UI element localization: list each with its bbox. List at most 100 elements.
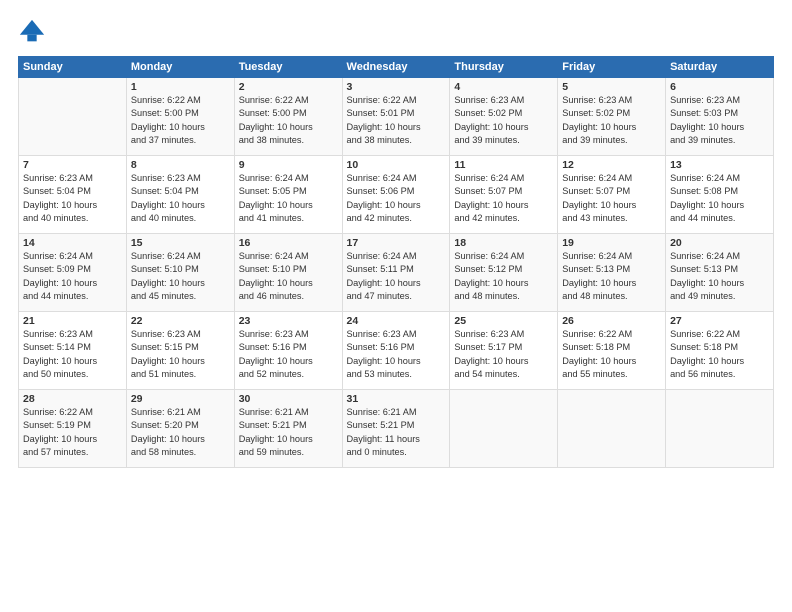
calendar-cell: 18Sunrise: 6:24 AM Sunset: 5:12 PM Dayli…	[450, 234, 558, 312]
day-number: 4	[454, 81, 553, 93]
calendar-cell: 15Sunrise: 6:24 AM Sunset: 5:10 PM Dayli…	[126, 234, 234, 312]
day-info: Sunrise: 6:24 AM Sunset: 5:07 PM Dayligh…	[562, 172, 661, 225]
day-info: Sunrise: 6:23 AM Sunset: 5:02 PM Dayligh…	[562, 94, 661, 147]
calendar-table: SundayMondayTuesdayWednesdayThursdayFrid…	[18, 56, 774, 468]
calendar-cell: 10Sunrise: 6:24 AM Sunset: 5:06 PM Dayli…	[342, 156, 450, 234]
day-number: 14	[23, 237, 122, 249]
calendar-cell	[19, 78, 127, 156]
day-info: Sunrise: 6:23 AM Sunset: 5:03 PM Dayligh…	[670, 94, 769, 147]
calendar-cell: 31Sunrise: 6:21 AM Sunset: 5:21 PM Dayli…	[342, 390, 450, 468]
day-info: Sunrise: 6:23 AM Sunset: 5:16 PM Dayligh…	[239, 328, 338, 381]
calendar-cell: 5Sunrise: 6:23 AM Sunset: 5:02 PM Daylig…	[558, 78, 666, 156]
calendar-cell: 30Sunrise: 6:21 AM Sunset: 5:21 PM Dayli…	[234, 390, 342, 468]
day-number: 11	[454, 159, 553, 171]
calendar-cell: 2Sunrise: 6:22 AM Sunset: 5:00 PM Daylig…	[234, 78, 342, 156]
day-number: 29	[131, 393, 230, 405]
calendar-cell: 16Sunrise: 6:24 AM Sunset: 5:10 PM Dayli…	[234, 234, 342, 312]
day-number: 19	[562, 237, 661, 249]
day-info: Sunrise: 6:24 AM Sunset: 5:07 PM Dayligh…	[454, 172, 553, 225]
header-day: Wednesday	[342, 57, 450, 78]
calendar-cell: 1Sunrise: 6:22 AM Sunset: 5:00 PM Daylig…	[126, 78, 234, 156]
calendar-cell: 9Sunrise: 6:24 AM Sunset: 5:05 PM Daylig…	[234, 156, 342, 234]
header-row: SundayMondayTuesdayWednesdayThursdayFrid…	[19, 57, 774, 78]
day-info: Sunrise: 6:24 AM Sunset: 5:13 PM Dayligh…	[670, 250, 769, 303]
day-number: 27	[670, 315, 769, 327]
day-number: 25	[454, 315, 553, 327]
day-info: Sunrise: 6:22 AM Sunset: 5:00 PM Dayligh…	[239, 94, 338, 147]
calendar-cell: 3Sunrise: 6:22 AM Sunset: 5:01 PM Daylig…	[342, 78, 450, 156]
logo-icon	[18, 18, 46, 46]
calendar-cell: 8Sunrise: 6:23 AM Sunset: 5:04 PM Daylig…	[126, 156, 234, 234]
day-info: Sunrise: 6:24 AM Sunset: 5:11 PM Dayligh…	[347, 250, 446, 303]
calendar-week-row: 14Sunrise: 6:24 AM Sunset: 5:09 PM Dayli…	[19, 234, 774, 312]
calendar-cell: 22Sunrise: 6:23 AM Sunset: 5:15 PM Dayli…	[126, 312, 234, 390]
calendar-cell	[558, 390, 666, 468]
day-info: Sunrise: 6:24 AM Sunset: 5:12 PM Dayligh…	[454, 250, 553, 303]
day-number: 7	[23, 159, 122, 171]
day-info: Sunrise: 6:22 AM Sunset: 5:18 PM Dayligh…	[562, 328, 661, 381]
day-info: Sunrise: 6:23 AM Sunset: 5:14 PM Dayligh…	[23, 328, 122, 381]
day-number: 23	[239, 315, 338, 327]
header-day: Thursday	[450, 57, 558, 78]
day-number: 12	[562, 159, 661, 171]
calendar-cell: 24Sunrise: 6:23 AM Sunset: 5:16 PM Dayli…	[342, 312, 450, 390]
day-number: 3	[347, 81, 446, 93]
day-number: 21	[23, 315, 122, 327]
day-number: 30	[239, 393, 338, 405]
day-info: Sunrise: 6:22 AM Sunset: 5:01 PM Dayligh…	[347, 94, 446, 147]
day-number: 2	[239, 81, 338, 93]
calendar-cell: 21Sunrise: 6:23 AM Sunset: 5:14 PM Dayli…	[19, 312, 127, 390]
day-number: 26	[562, 315, 661, 327]
calendar-cell: 13Sunrise: 6:24 AM Sunset: 5:08 PM Dayli…	[666, 156, 774, 234]
day-info: Sunrise: 6:24 AM Sunset: 5:13 PM Dayligh…	[562, 250, 661, 303]
day-number: 17	[347, 237, 446, 249]
day-number: 13	[670, 159, 769, 171]
day-number: 31	[347, 393, 446, 405]
day-info: Sunrise: 6:24 AM Sunset: 5:10 PM Dayligh…	[131, 250, 230, 303]
day-info: Sunrise: 6:24 AM Sunset: 5:09 PM Dayligh…	[23, 250, 122, 303]
day-number: 22	[131, 315, 230, 327]
day-number: 18	[454, 237, 553, 249]
day-info: Sunrise: 6:21 AM Sunset: 5:20 PM Dayligh…	[131, 406, 230, 459]
day-info: Sunrise: 6:24 AM Sunset: 5:10 PM Dayligh…	[239, 250, 338, 303]
calendar-cell: 26Sunrise: 6:22 AM Sunset: 5:18 PM Dayli…	[558, 312, 666, 390]
calendar-week-row: 7Sunrise: 6:23 AM Sunset: 5:04 PM Daylig…	[19, 156, 774, 234]
calendar-week-row: 1Sunrise: 6:22 AM Sunset: 5:00 PM Daylig…	[19, 78, 774, 156]
day-number: 20	[670, 237, 769, 249]
logo	[18, 18, 50, 46]
day-info: Sunrise: 6:22 AM Sunset: 5:19 PM Dayligh…	[23, 406, 122, 459]
calendar-cell: 25Sunrise: 6:23 AM Sunset: 5:17 PM Dayli…	[450, 312, 558, 390]
header-day: Saturday	[666, 57, 774, 78]
calendar-week-row: 28Sunrise: 6:22 AM Sunset: 5:19 PM Dayli…	[19, 390, 774, 468]
day-number: 16	[239, 237, 338, 249]
calendar-cell: 14Sunrise: 6:24 AM Sunset: 5:09 PM Dayli…	[19, 234, 127, 312]
calendar-week-row: 21Sunrise: 6:23 AM Sunset: 5:14 PM Dayli…	[19, 312, 774, 390]
calendar-cell: 28Sunrise: 6:22 AM Sunset: 5:19 PM Dayli…	[19, 390, 127, 468]
calendar-cell	[450, 390, 558, 468]
calendar-cell: 29Sunrise: 6:21 AM Sunset: 5:20 PM Dayli…	[126, 390, 234, 468]
calendar-cell: 17Sunrise: 6:24 AM Sunset: 5:11 PM Dayli…	[342, 234, 450, 312]
calendar-cell: 23Sunrise: 6:23 AM Sunset: 5:16 PM Dayli…	[234, 312, 342, 390]
calendar-cell: 11Sunrise: 6:24 AM Sunset: 5:07 PM Dayli…	[450, 156, 558, 234]
header-day: Friday	[558, 57, 666, 78]
header	[18, 18, 774, 46]
day-info: Sunrise: 6:23 AM Sunset: 5:16 PM Dayligh…	[347, 328, 446, 381]
day-info: Sunrise: 6:22 AM Sunset: 5:18 PM Dayligh…	[670, 328, 769, 381]
day-number: 8	[131, 159, 230, 171]
calendar-cell: 4Sunrise: 6:23 AM Sunset: 5:02 PM Daylig…	[450, 78, 558, 156]
day-info: Sunrise: 6:22 AM Sunset: 5:00 PM Dayligh…	[131, 94, 230, 147]
day-info: Sunrise: 6:23 AM Sunset: 5:04 PM Dayligh…	[23, 172, 122, 225]
day-number: 10	[347, 159, 446, 171]
day-info: Sunrise: 6:21 AM Sunset: 5:21 PM Dayligh…	[347, 406, 446, 459]
header-day: Monday	[126, 57, 234, 78]
day-number: 15	[131, 237, 230, 249]
calendar-cell: 27Sunrise: 6:22 AM Sunset: 5:18 PM Dayli…	[666, 312, 774, 390]
header-day: Tuesday	[234, 57, 342, 78]
day-info: Sunrise: 6:23 AM Sunset: 5:02 PM Dayligh…	[454, 94, 553, 147]
calendar-cell: 20Sunrise: 6:24 AM Sunset: 5:13 PM Dayli…	[666, 234, 774, 312]
day-info: Sunrise: 6:21 AM Sunset: 5:21 PM Dayligh…	[239, 406, 338, 459]
calendar-cell: 6Sunrise: 6:23 AM Sunset: 5:03 PM Daylig…	[666, 78, 774, 156]
calendar-cell: 12Sunrise: 6:24 AM Sunset: 5:07 PM Dayli…	[558, 156, 666, 234]
calendar-cell: 19Sunrise: 6:24 AM Sunset: 5:13 PM Dayli…	[558, 234, 666, 312]
day-number: 28	[23, 393, 122, 405]
